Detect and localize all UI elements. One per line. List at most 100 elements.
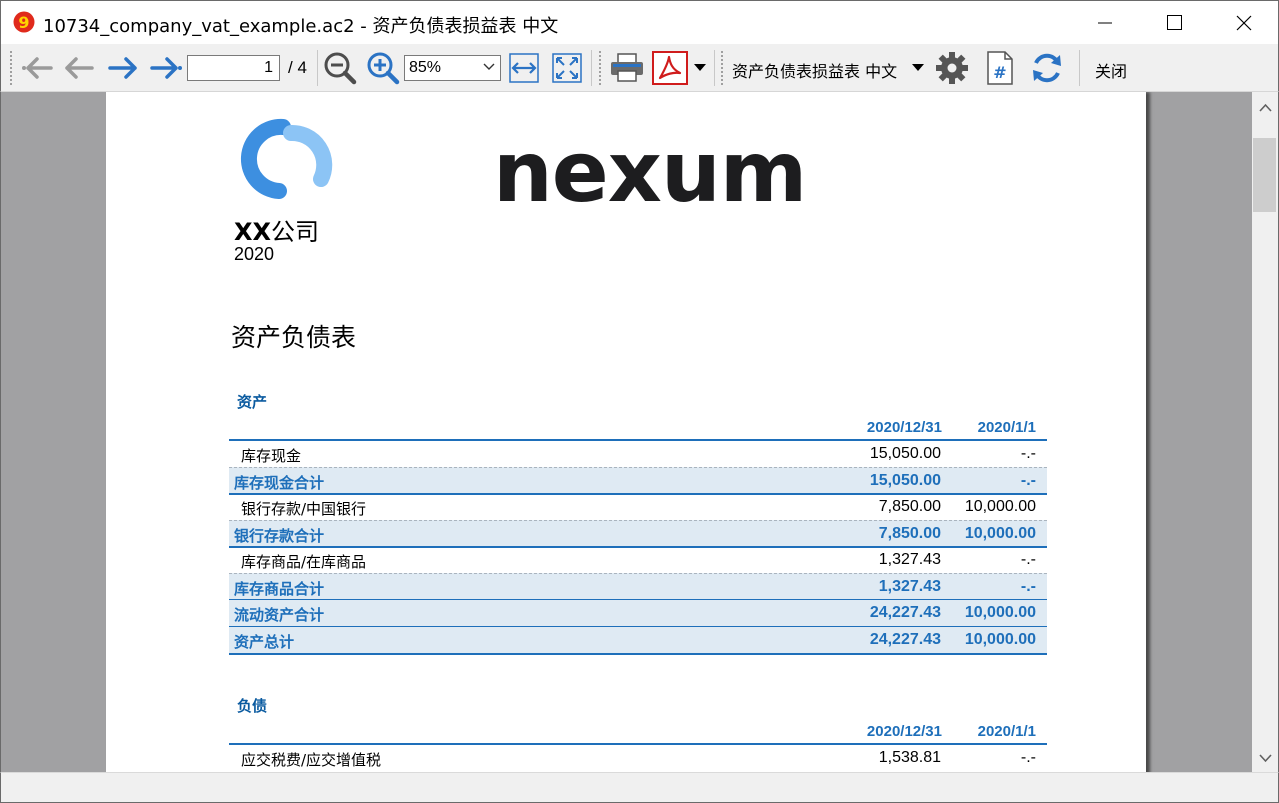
row-label: 银行存款合计 [234,527,325,545]
fit-page-button[interactable] [550,52,584,84]
row-value-current: 1,327.43 [878,551,941,568]
caret-down-icon [694,64,706,71]
fit-page-icon [552,53,582,83]
assets-col-prior: 2020/1/1 [977,419,1036,436]
printer-icon [611,53,643,82]
previous-page-button[interactable] [61,52,97,84]
row-value-prior: -.- [1020,551,1036,568]
toolbar-separator [714,50,715,86]
zoom-value: 85% [409,59,442,76]
assets-col-current: 2020/12/31 [866,419,942,436]
window-title: 10734_company_vat_example.ac2 - 资产负债表损益表… [43,16,559,37]
report-selector-dropdown[interactable] [909,58,927,78]
table-row: 应交税费/应交增值税 1,538.81 -.- [229,745,1047,771]
refresh-button[interactable] [1028,51,1066,85]
first-page-icon [22,57,53,79]
minimize-icon [1098,22,1112,24]
report-selector[interactable]: 资产负债表损益表 中文 [732,58,897,82]
zoom-select[interactable]: 85% [404,55,501,81]
row-label: 库存商品合计 [234,580,325,598]
toolbar-grip[interactable] [598,50,602,86]
arrow-right-icon [108,57,137,79]
app-icon: 9 [13,11,35,33]
zoom-out-icon [324,52,357,85]
row-label: 库存商品/在库商品 [241,553,367,571]
toolbar-separator [1079,50,1080,86]
company-name: XX公司 [234,212,319,247]
row-value-prior: -.- [1020,445,1036,462]
document-viewer[interactable]: nexum XX公司 2020 资产负债表 资产 2020/12/31 2020… [0,92,1252,772]
title-bar: 9 10734_company_vat_example.ac2 - 资产负债表损… [0,0,1279,44]
close-report-button[interactable]: 关闭 [1095,58,1127,82]
row-value-prior: 10,000.00 [964,631,1036,648]
toolbar-grip[interactable] [9,50,13,86]
row-value-current: 15,050.00 [869,472,941,489]
last-page-button[interactable] [147,52,185,84]
first-page-button[interactable] [19,52,55,84]
scroll-down-icon[interactable] [1252,744,1279,772]
fit-width-icon [509,53,539,83]
scroll-thumb[interactable] [1253,138,1276,212]
row-value-current: 1,538.81 [878,749,941,766]
toolbar-grip[interactable] [720,50,724,86]
logo-wordmark: nexum [493,123,807,221]
zoom-in-button[interactable] [365,51,401,85]
table-total-row: 库存现金合计 15,050.00 -.- [229,467,1047,493]
print-button[interactable] [607,51,647,85]
liabilities-col-prior: 2020/1/1 [977,723,1036,740]
chevron-down-icon [483,63,495,70]
row-label: 库存现金合计 [234,474,325,492]
next-page-button[interactable] [105,52,141,84]
row-value-prior: 10,000.00 [964,525,1036,542]
row-value-current: 24,227.43 [869,631,941,648]
zoom-out-button[interactable] [322,51,358,85]
scroll-up-icon[interactable] [1252,94,1279,122]
nexum-logo-icon [241,118,333,199]
assets-section-label: 资产 [237,393,268,411]
table-total-row: 银行存款合计 7,850.00 10,000.00 [229,520,1047,546]
caret-down-icon [912,64,924,71]
toolbar-separator [317,50,318,86]
export-pdf-button[interactable] [651,50,689,86]
refresh-icon [1033,53,1061,83]
settings-button[interactable] [933,51,971,85]
table-row: 库存现金 15,050.00 -.- [229,441,1047,467]
row-value-prior: 10,000.00 [964,498,1036,515]
row-value-prior: -.- [1020,472,1036,489]
fit-width-button[interactable] [507,52,541,84]
table-total-row: 库存商品合计 1,327.43 -.- [229,573,1047,599]
liabilities-section-label: 负债 [237,697,268,715]
page-number-input[interactable] [187,55,280,81]
arrow-left-icon [65,57,94,79]
report-title: 资产负债表 [231,323,357,352]
row-label: 资产总计 [234,633,295,651]
row-value-current: 15,050.00 [869,445,941,462]
pdf-options-dropdown[interactable] [691,58,709,78]
row-label: 库存现金 [241,447,302,465]
row-value-prior: 10,000.00 [964,604,1036,621]
row-label: 银行存款/中国银行 [241,500,367,518]
close-window-button[interactable] [1209,1,1279,45]
status-bar [0,772,1279,803]
company-name-rest: 公司 [271,218,320,246]
page-total-label: / 4 [288,58,307,77]
minimize-button[interactable] [1070,1,1140,45]
row-value-current: 7,850.00 [878,525,941,542]
table-total-row: 资产总计 24,227.43 10,000.00 [229,627,1047,653]
zoom-in-icon [367,52,400,85]
row-value-current: 1,327.43 [878,578,941,595]
table-row: 库存商品/在库商品 1,327.43 -.- [229,547,1047,573]
row-value-current: 7,850.00 [878,498,941,515]
company-name-bold: XX [234,218,272,246]
toolbar-separator [591,50,592,86]
maximize-button[interactable] [1140,1,1210,45]
row-value-prior: -.- [1020,578,1036,595]
liabilities-col-current: 2020/12/31 [866,723,942,740]
page-number-button[interactable]: # [983,50,1017,86]
report-page: nexum XX公司 2020 资产负债表 资产 2020/12/31 2020… [106,92,1146,772]
svg-text:#: # [993,63,1006,82]
row-value-prior: -.- [1020,749,1036,766]
row-label: 应交税费/应交增值税 [241,751,382,769]
table-total-row: 流动资产合计 24,227.43 10,000.00 [229,600,1047,626]
close-icon [1236,15,1252,31]
